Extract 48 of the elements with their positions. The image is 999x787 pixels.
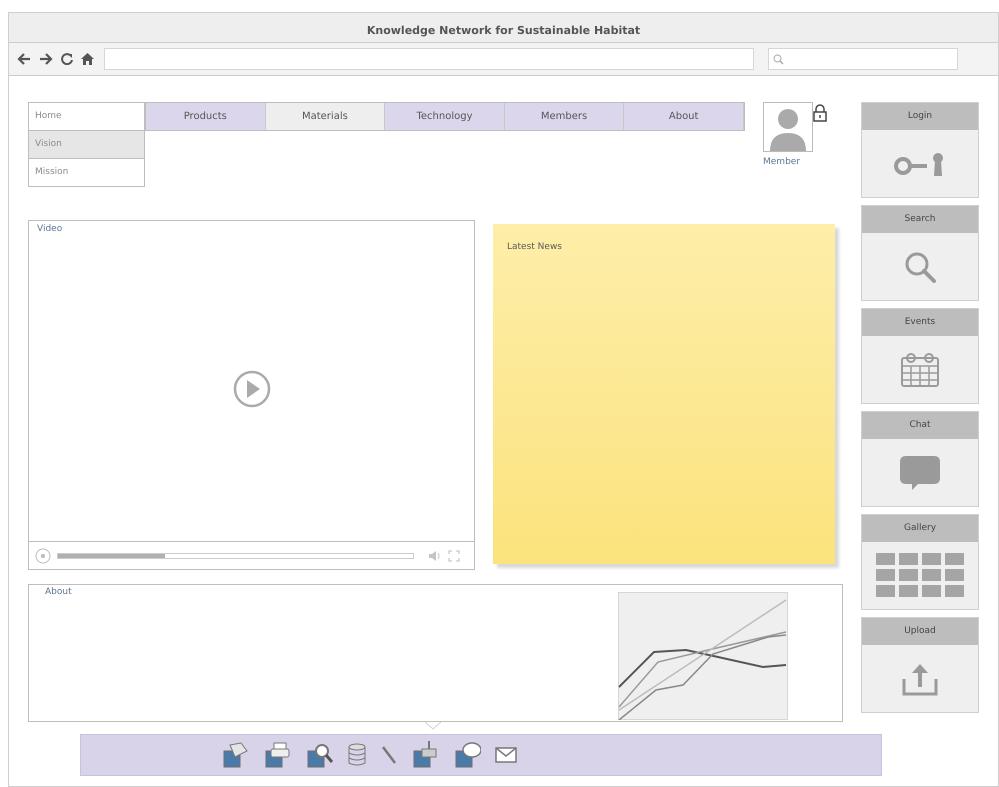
nav-tab[interactable]: Members	[504, 103, 624, 130]
nav-tab[interactable]: Materials	[266, 103, 386, 130]
news-title: Latest News	[507, 242, 562, 252]
card-title: Gallery	[904, 522, 936, 535]
card-title: Chat	[909, 418, 931, 432]
sidebar-card[interactable]: Chat	[861, 411, 979, 507]
video-title: Video	[36, 223, 64, 236]
magnifier-icon[interactable]	[305, 741, 333, 769]
envelope-icon[interactable]	[495, 746, 517, 764]
avatar[interactable]	[763, 102, 813, 152]
side-menu-item[interactable]: Vision	[28, 130, 145, 159]
about-title: About	[44, 586, 72, 599]
comment-icon[interactable]	[453, 741, 481, 769]
sidebar-card[interactable]: Events	[861, 308, 979, 404]
card-title: Events	[904, 316, 936, 329]
grid-icon	[876, 552, 964, 598]
printer-icon[interactable]	[263, 741, 291, 769]
person-icon	[768, 107, 808, 151]
nav-tab[interactable]: Products	[146, 103, 266, 130]
sidebar-card[interactable]: Search	[861, 205, 979, 301]
speech-bubble-icon	[898, 454, 942, 492]
sidebar-card[interactable]: Gallery	[861, 514, 979, 610]
sidebar-card[interactable]: Upload	[861, 617, 979, 713]
card-title: Login	[908, 110, 932, 123]
address-field[interactable]	[104, 48, 754, 70]
side-menu-item[interactable]: Home	[28, 102, 145, 131]
back-icon[interactable]	[17, 53, 31, 65]
nav-tab[interactable]: About	[624, 103, 744, 130]
lock-icon	[813, 104, 827, 122]
database-icon[interactable]	[347, 743, 367, 767]
member-label: Member	[763, 156, 800, 169]
search-icon	[773, 54, 784, 64]
fullscreen-icon[interactable]	[448, 550, 460, 562]
sidebar-card[interactable]: Login	[861, 102, 979, 198]
search-field[interactable]	[768, 48, 958, 70]
forward-icon[interactable]	[39, 53, 53, 65]
search-icon	[903, 250, 937, 284]
calendar-icon	[900, 352, 940, 388]
reload-icon[interactable]	[61, 53, 73, 65]
window-title: Knowledge Network for Sustainable Habitat	[366, 22, 640, 38]
play-icon[interactable]	[35, 548, 51, 564]
side-menu-item[interactable]: Mission	[28, 158, 145, 187]
card-title: Upload	[904, 624, 936, 638]
nav-tab[interactable]: Technology	[385, 103, 505, 130]
play-icon[interactable]	[232, 368, 272, 409]
home-icon[interactable]	[81, 53, 94, 65]
progress-track[interactable]	[57, 552, 414, 558]
card-title: Search	[904, 212, 936, 226]
